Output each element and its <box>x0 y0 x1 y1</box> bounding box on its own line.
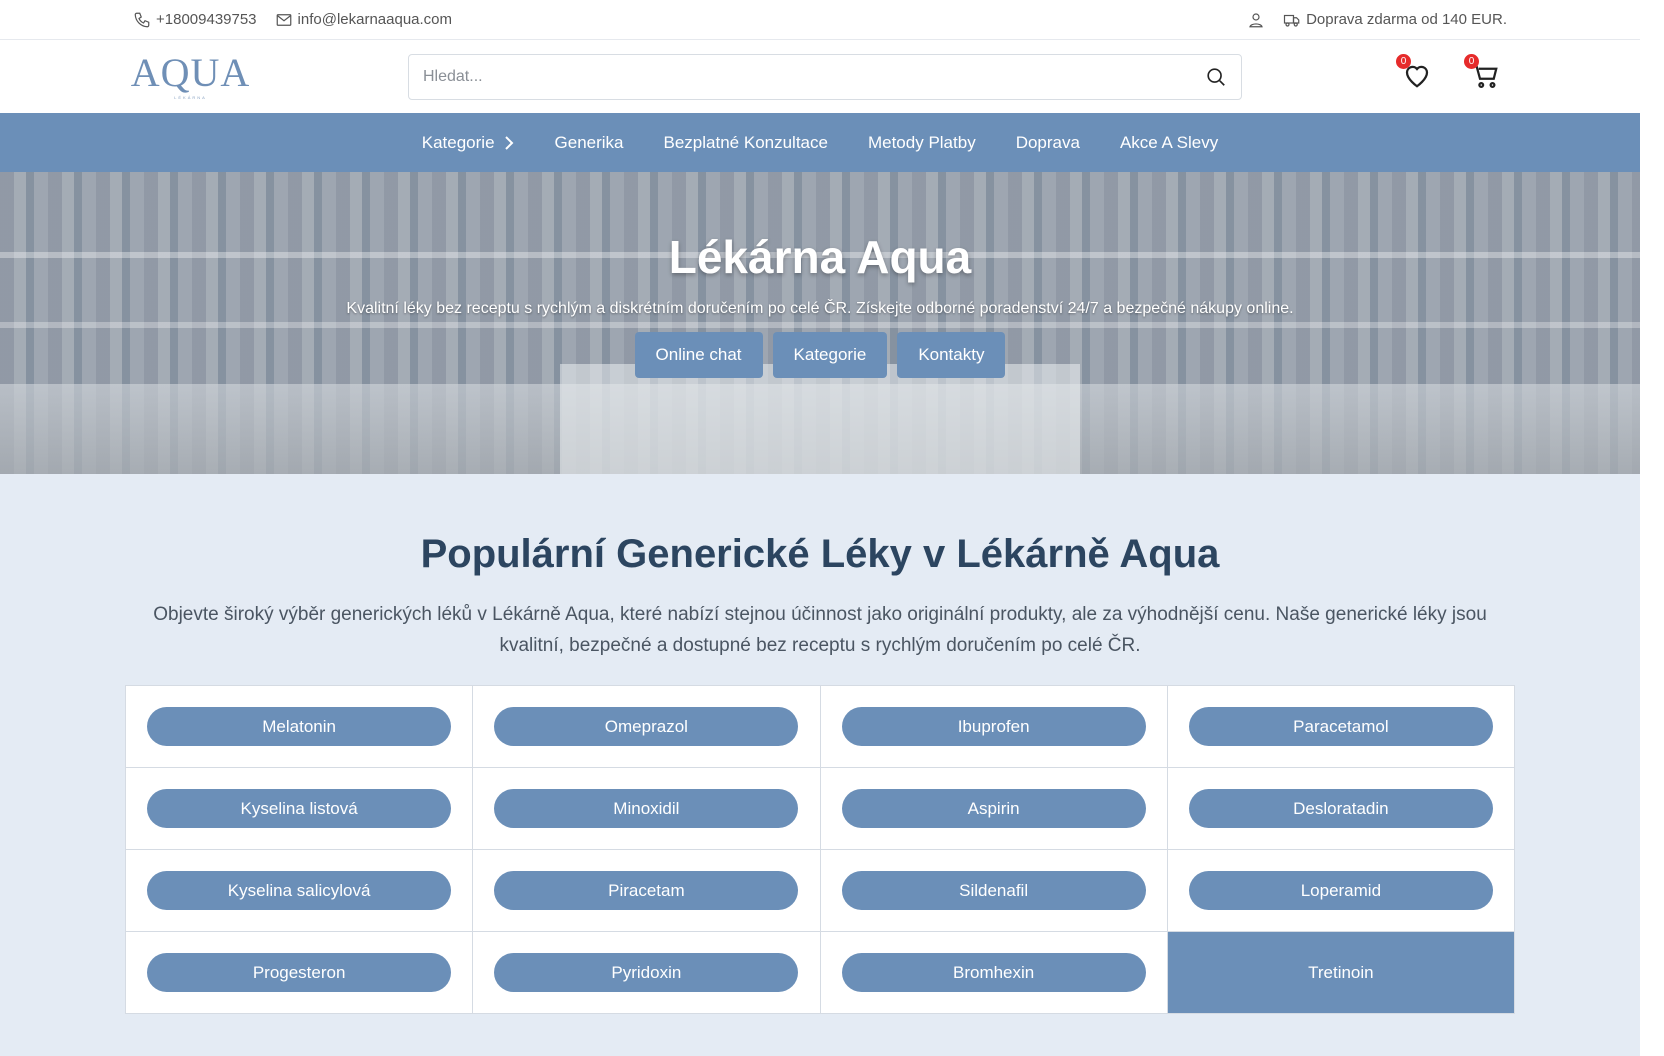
mail-icon <box>276 13 291 26</box>
drug-cell: Melatonin <box>126 686 474 768</box>
hero-subtitle: Kvalitní léky bez receptu s rychlým a di… <box>346 300 1294 317</box>
drug-cell: Paracetamol <box>1167 686 1515 768</box>
categories-button[interactable]: Kategorie <box>772 332 888 378</box>
nav-item-akce[interactable]: Akce A Slevy <box>1120 133 1218 153</box>
contacts-button[interactable]: Kontakty <box>897 332 1006 378</box>
drug-cell: Progesteron <box>126 932 474 1014</box>
drug-cell-hovered[interactable]: Tretinoin <box>1167 932 1515 1014</box>
drug-cell: Omeprazol <box>473 686 821 768</box>
drug-button[interactable]: Piracetam <box>494 871 799 910</box>
hero-title: Lékárna Aqua <box>668 231 972 283</box>
drug-button[interactable]: Kyselina listová <box>147 789 452 828</box>
phone-icon <box>134 12 150 27</box>
phone-number: +18009439753 <box>156 11 257 28</box>
drug-button[interactable]: Desloratadin <box>1188 789 1493 828</box>
email-link[interactable]: info@lekarnaaqua.com <box>275 11 452 29</box>
nav-item-kategorie[interactable]: Kategorie <box>422 133 515 153</box>
logo[interactable]: AQUA LÉKÁRNA <box>130 50 251 103</box>
drug-cell: Kyselina salicylová <box>126 850 474 932</box>
drug-cell: Sildenafil <box>820 850 1168 932</box>
drug-button[interactable]: Kyselina salicylová <box>147 871 452 910</box>
drug-cell: Aspirin <box>820 768 1168 850</box>
drug-cell: Bromhexin <box>820 932 1168 1014</box>
search-icon[interactable] <box>1205 66 1227 88</box>
drug-button[interactable]: Ibuprofen <box>841 707 1146 746</box>
nav-item-label: Kategorie <box>421 132 495 152</box>
shipping-text: Doprava zdarma od 140 EUR. <box>1306 11 1507 28</box>
drug-button[interactable]: Paracetamol <box>1188 707 1493 746</box>
drug-button[interactable]: Melatonin <box>147 707 452 746</box>
search-input[interactable]: Hledat... <box>423 68 1205 86</box>
drug-button[interactable]: Bromhexin <box>841 953 1146 992</box>
nav-item-generika[interactable]: Generika <box>555 133 624 153</box>
shipping-info: Doprava zdarma od 140 EUR. <box>1283 11 1507 29</box>
section-title: Populární Generické Léky v Lékárně Aqua <box>420 532 1220 576</box>
nav-item-platby[interactable]: Metody Platby <box>868 133 976 153</box>
drug-cell: Minoxidil <box>473 768 821 850</box>
drug-button[interactable]: Omeprazol <box>494 707 799 746</box>
header: AQUA LÉKÁRNA Hledat... 0 0 <box>0 40 1640 113</box>
drug-button[interactable]: Minoxidil <box>494 789 799 828</box>
drug-cell: Kyselina listová <box>126 768 474 850</box>
nav-item-doprava[interactable]: Doprava <box>1016 133 1080 153</box>
drug-button[interactable]: Pyridoxin <box>494 953 799 992</box>
top-bar: +18009439753 info@lekarnaaqua.com Doprav… <box>0 0 1640 40</box>
drug-grid: Melatonin Omeprazol Ibuprofen Paracetamo… <box>125 685 1515 1014</box>
drug-button[interactable]: Sildenafil <box>841 871 1146 910</box>
hero-banner: Lékárna Aqua Kvalitní léky bez receptu s… <box>0 172 1640 474</box>
email-address: info@lekarnaaqua.com <box>297 11 453 28</box>
online-chat-button[interactable]: Online chat <box>634 332 763 378</box>
drug-button[interactable]: Progesteron <box>147 953 452 992</box>
drug-cell: Pyridoxin <box>473 932 821 1014</box>
wishlist-button[interactable]: 0 <box>1396 54 1432 90</box>
user-icon[interactable] <box>1247 11 1265 29</box>
drug-cell: Loperamid <box>1167 850 1515 932</box>
logo-text: AQUA <box>130 50 251 95</box>
wishlist-count-badge: 0 <box>1396 54 1411 69</box>
truck-icon <box>1283 14 1300 27</box>
nav-item-konzultace[interactable]: Bezplatné Konzultace <box>664 133 828 153</box>
cart-count-badge: 0 <box>1464 54 1479 69</box>
drug-button[interactable]: Tretinoin <box>1189 953 1493 992</box>
cart-button[interactable]: 0 <box>1464 54 1500 90</box>
drug-cell: Ibuprofen <box>820 686 1168 768</box>
drug-cell: Piracetam <box>473 850 821 932</box>
search-box[interactable]: Hledat... <box>408 54 1242 100</box>
popular-generics-section: Populární Generické Léky v Lékárně Aqua … <box>0 474 1640 1056</box>
drug-cell: Desloratadin <box>1167 768 1515 850</box>
drug-button[interactable]: Loperamid <box>1188 871 1493 910</box>
main-nav: Kategorie Generika Bezplatné Konzultace … <box>0 113 1640 172</box>
phone-link[interactable]: +18009439753 <box>133 11 257 29</box>
drug-button[interactable]: Aspirin <box>841 789 1146 828</box>
section-intro: Objevte široký výběr generických léků v … <box>153 604 1487 656</box>
chevron-right-icon <box>504 135 513 150</box>
logo-subtext: LÉKÁRNA <box>174 95 207 100</box>
page: +18009439753 info@lekarnaaqua.com Doprav… <box>0 0 1640 1056</box>
